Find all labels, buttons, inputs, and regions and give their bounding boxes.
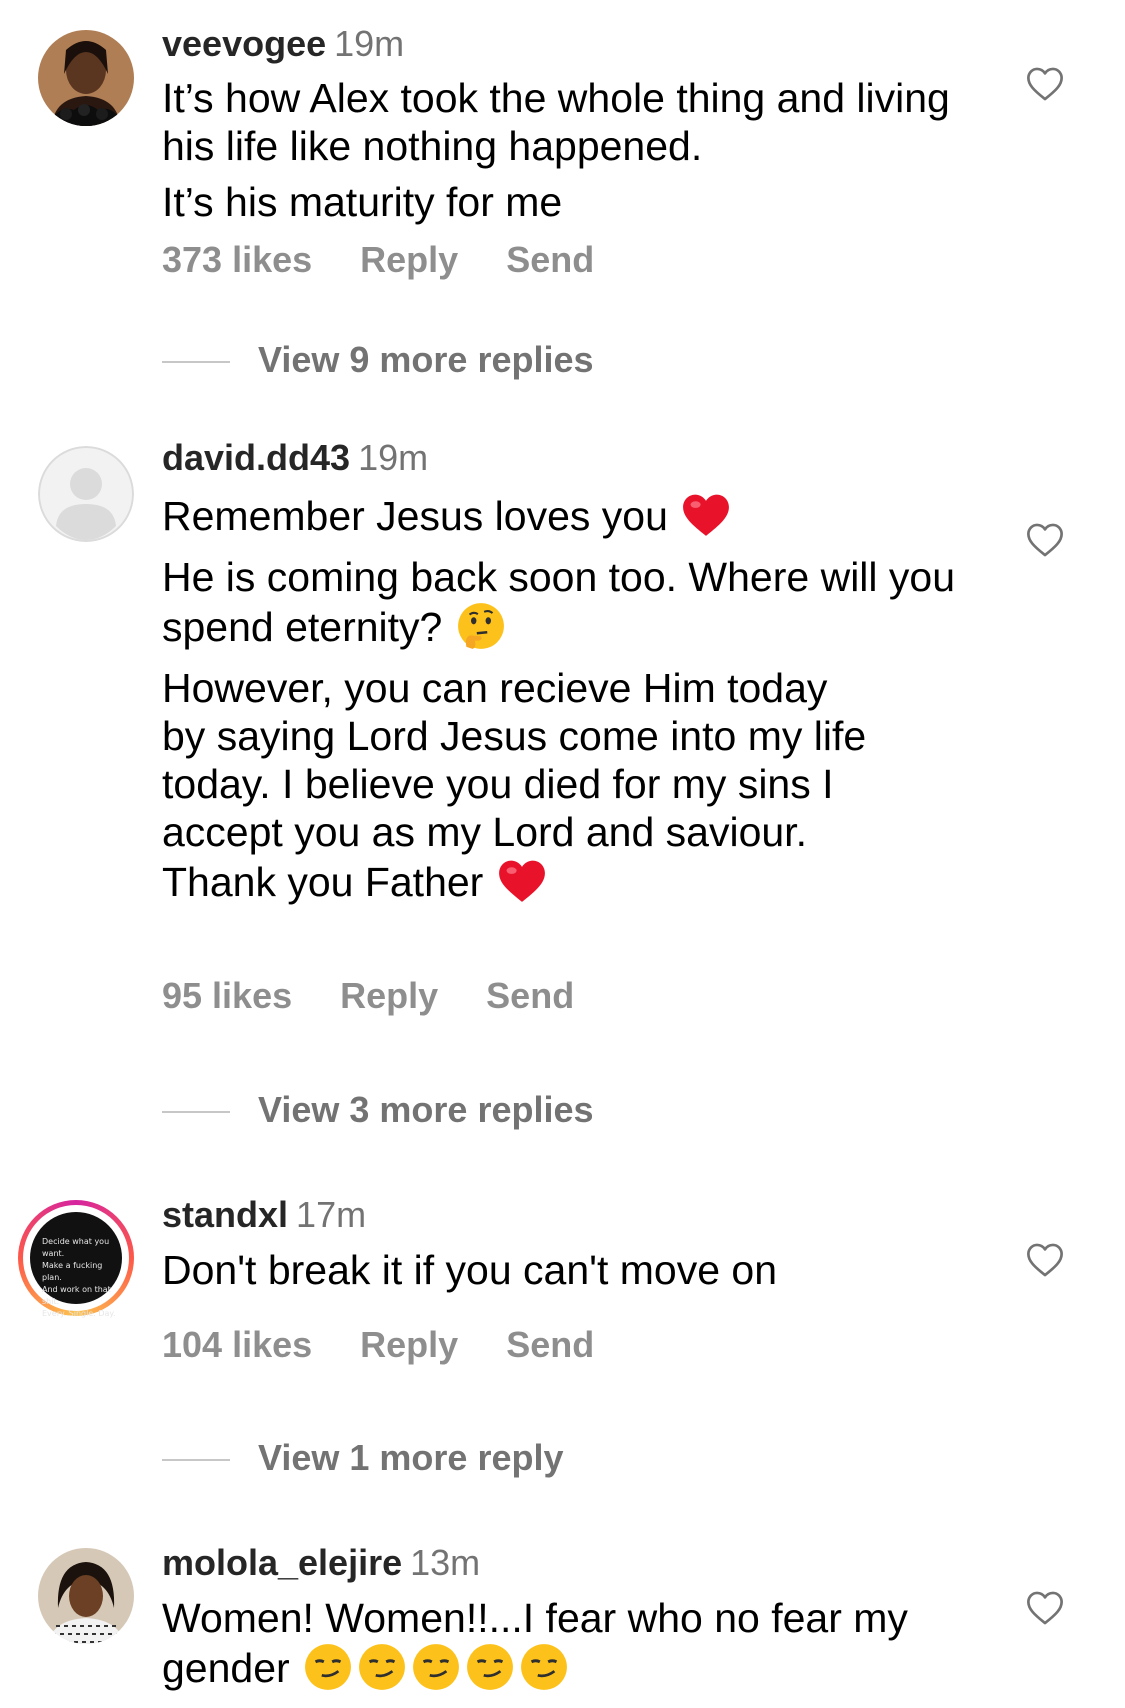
- divider: [162, 361, 230, 364]
- divider: [162, 1111, 230, 1114]
- username[interactable]: david.dd43: [162, 437, 350, 478]
- view-replies-button[interactable]: View 1 more reply: [162, 1438, 564, 1478]
- comment-text: Remember Jesus loves you He is coming ba…: [162, 490, 992, 919]
- timestamp: 19m: [358, 437, 429, 478]
- likes-count[interactable]: 95 likes: [162, 975, 292, 1016]
- timestamp: 17m: [296, 1194, 367, 1235]
- comment-paragraph: He is coming back soon too. Where will y…: [162, 553, 992, 651]
- divider: [162, 1459, 230, 1462]
- comment-paragraph: However, you can recieve Him today by sa…: [162, 664, 882, 906]
- comment-paragraph: Don't break it if you can't move on: [162, 1247, 778, 1293]
- comment-header: david.dd43 19m: [162, 438, 428, 478]
- heart-outline-icon[interactable]: [1026, 1242, 1064, 1278]
- comment-actions: 95 likes Reply Send: [162, 976, 622, 1016]
- timestamp: 13m: [410, 1542, 481, 1583]
- comment-paragraph: It’s how Alex took the whole thing and l…: [162, 75, 950, 169]
- username[interactable]: veevogee: [162, 23, 326, 64]
- avatar-ring-gap: Decide what you want. Make a fucking pla…: [23, 1205, 129, 1318]
- view-replies-label: View 9 more replies: [258, 339, 594, 380]
- comment-paragraph: Remember Jesus loves you: [162, 490, 992, 540]
- timestamp: 19m: [334, 23, 405, 64]
- comment-paragraph: It’s his maturity for me: [162, 179, 563, 225]
- smirking-face-emoji: [467, 1644, 513, 1690]
- username[interactable]: standxl: [162, 1194, 288, 1235]
- avatar[interactable]: [38, 30, 134, 126]
- send-button[interactable]: Send: [486, 975, 574, 1016]
- view-replies-button[interactable]: View 3 more replies: [162, 1090, 594, 1130]
- view-replies-label: View 3 more replies: [258, 1089, 594, 1130]
- smirking-face-emoji: [521, 1644, 567, 1690]
- comment-paragraph-text: Remember Jesus loves you: [162, 493, 668, 539]
- comment-paragraph-text: He is coming back soon too. Where will y…: [162, 554, 956, 650]
- username[interactable]: molola_elejire: [162, 1542, 402, 1583]
- send-button[interactable]: Send: [506, 1324, 594, 1365]
- send-button[interactable]: Send: [506, 239, 594, 280]
- comment-paragraph: Women! Women!!...I fear who no fear my g…: [162, 1594, 992, 1692]
- avatar[interactable]: [38, 1548, 134, 1644]
- avatar[interactable]: Decide what you want. Make a fucking pla…: [18, 1200, 134, 1318]
- comment-text: It’s how Alex took the whole thing and l…: [162, 74, 992, 239]
- smirking-face-emoji: [413, 1644, 459, 1690]
- red-heart-emoji: [498, 860, 545, 902]
- avatar-image-text: Decide what you want. Make a fucking pla…: [30, 1212, 122, 1318]
- smirking-face-emoji: [305, 1644, 351, 1690]
- comment-text: Don't break it if you can't move on: [162, 1246, 992, 1307]
- comment-header: veevogee 19m: [162, 24, 404, 64]
- likes-count[interactable]: 373 likes: [162, 239, 312, 280]
- likes-count[interactable]: 104 likes: [162, 1324, 312, 1365]
- comment-header: standxl 17m: [162, 1195, 366, 1235]
- red-heart-emoji: [683, 494, 730, 536]
- heart-outline-icon[interactable]: [1026, 66, 1064, 102]
- heart-outline-icon[interactable]: [1026, 522, 1064, 558]
- thinking-face-emoji: [457, 603, 504, 649]
- heart-outline-icon[interactable]: [1026, 1590, 1064, 1626]
- comment-actions: 373 likes Reply Send: [162, 240, 642, 280]
- view-replies-label: View 1 more reply: [258, 1437, 564, 1478]
- comment-text: Women! Women!!...I fear who no fear my g…: [162, 1594, 992, 1705]
- comment-actions: 104 likes Reply Send: [162, 1325, 642, 1365]
- avatar[interactable]: [38, 446, 134, 542]
- comment-header: molola_elejire 13m: [162, 1543, 480, 1583]
- reply-button[interactable]: Reply: [360, 239, 458, 280]
- reply-button[interactable]: Reply: [360, 1324, 458, 1365]
- view-replies-button[interactable]: View 9 more replies: [162, 340, 594, 380]
- reply-button[interactable]: Reply: [340, 975, 438, 1016]
- smirking-face-emoji: [359, 1644, 405, 1690]
